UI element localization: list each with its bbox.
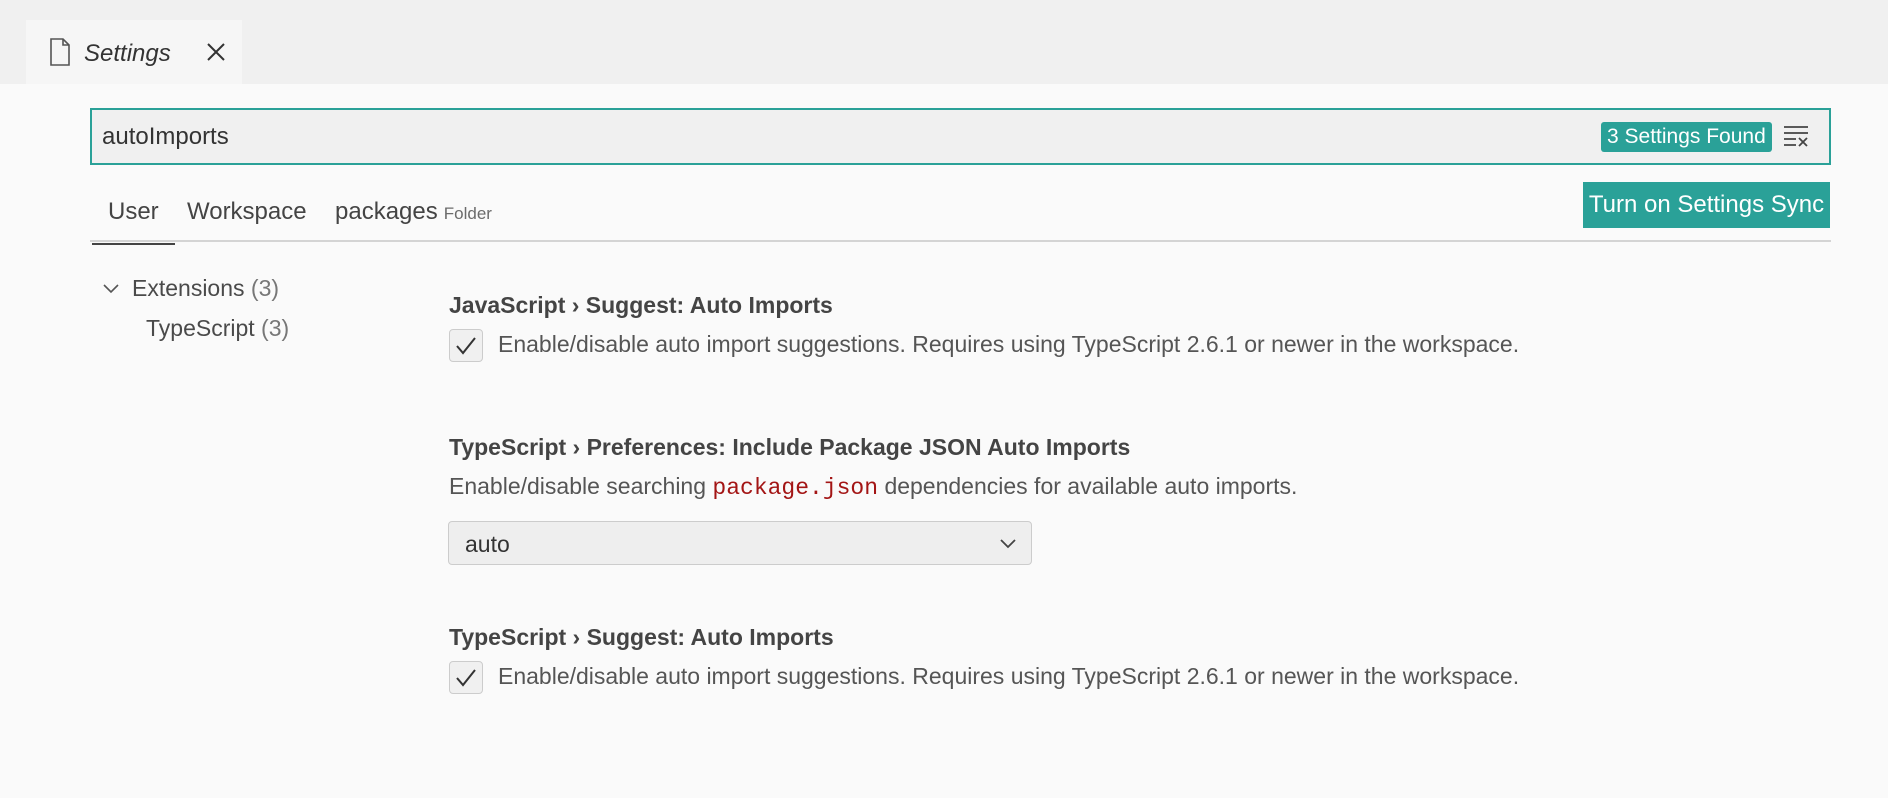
setting-desc-code: package.json bbox=[712, 475, 879, 501]
settings-scope-tabs: User Workspace packages Folder bbox=[90, 180, 1831, 245]
close-icon[interactable] bbox=[204, 40, 228, 64]
chevron-down-icon[interactable] bbox=[102, 280, 120, 298]
settings-found-badge: 3 Settings Found bbox=[1601, 122, 1772, 152]
setting-title: TypeScript › Preferences: Include Packag… bbox=[449, 434, 1131, 460]
setting-description: Enable/disable auto import suggestions. … bbox=[498, 663, 1520, 689]
toc-extensions-label: Extensions bbox=[132, 275, 245, 301]
tab-settings[interactable]: Settings bbox=[26, 20, 242, 84]
setting-checkbox[interactable] bbox=[449, 329, 483, 362]
search-input[interactable] bbox=[102, 110, 1582, 163]
setting-select[interactable]: auto bbox=[448, 521, 1032, 565]
toc-extensions-count: (3) bbox=[250, 275, 280, 301]
editor-tab-strip: Settings bbox=[0, 0, 1888, 84]
select-value: auto bbox=[465, 531, 510, 557]
check-icon bbox=[456, 669, 476, 687]
toc-item-typescript[interactable]: TypeScript (3) bbox=[146, 315, 289, 342]
setting-desc-text: dependencies for available auto imports. bbox=[884, 473, 1298, 499]
clear-filter-icon[interactable] bbox=[1782, 122, 1810, 148]
toc-typescript-label: TypeScript bbox=[146, 315, 255, 341]
setting-title: JavaScript › Suggest: Auto Imports bbox=[449, 292, 833, 318]
toc-item-extensions[interactable]: Extensions (3) bbox=[132, 275, 279, 302]
tab-folder[interactable]: packages Folder bbox=[335, 198, 492, 226]
tab-folder-sub: Folder bbox=[443, 204, 492, 223]
setting-checkbox[interactable] bbox=[449, 661, 483, 694]
check-icon bbox=[456, 337, 476, 355]
turn-on-settings-sync-button[interactable]: Turn on Settings Sync bbox=[1583, 182, 1830, 228]
tab-label: Settings bbox=[84, 40, 171, 67]
tab-folder-label: packages bbox=[335, 198, 438, 225]
toc-typescript-count: (3) bbox=[261, 315, 290, 341]
chevron-down-icon bbox=[1000, 539, 1016, 549]
setting-description: Enable/disable auto import suggestions. … bbox=[498, 331, 1520, 357]
setting-title: TypeScript › Suggest: Auto Imports bbox=[449, 624, 834, 650]
file-icon bbox=[50, 38, 70, 66]
search-box: 3 Settings Found bbox=[90, 108, 1831, 165]
tab-workspace[interactable]: Workspace bbox=[187, 198, 307, 226]
tab-user[interactable]: User bbox=[92, 198, 175, 245]
setting-desc-text: Enable/disable searching bbox=[449, 473, 707, 499]
setting-description: Enable/disable searching package.json de… bbox=[449, 473, 1297, 501]
